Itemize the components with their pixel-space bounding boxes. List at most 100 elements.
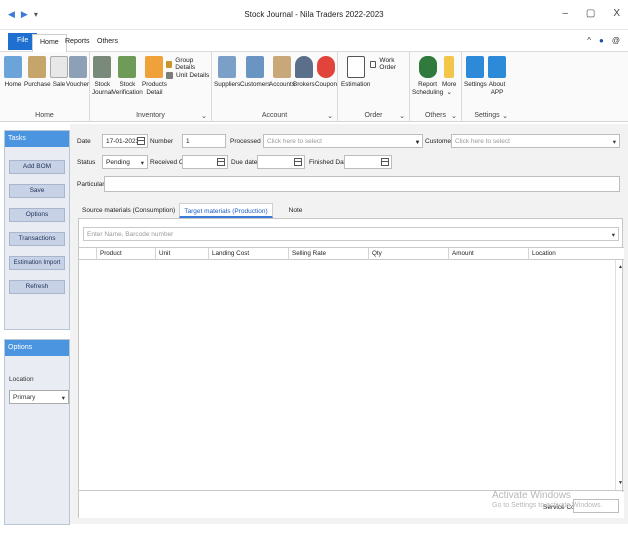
stock-journal-icon [93,56,112,78]
accounts-icon [272,56,291,78]
calendar-icon[interactable] [217,158,225,166]
grid-scrollbar[interactable]: ▲ ▼ [615,260,624,490]
ribbon-group-order-label: Order ⌄ [364,112,405,120]
tab-source-materials[interactable]: Source materials (Consumption) [78,203,179,218]
collapse-ribbon-icon[interactable]: ^ [587,36,591,45]
grid-header: Product Unit Landing Cost Selling Rate Q… [79,248,624,260]
report-scheduling-icon [418,56,437,78]
estimation-button[interactable]: Estimation [341,56,370,89]
tab-others[interactable]: Others [90,34,125,52]
others-expand-icon[interactable]: ⌄ [451,112,457,120]
save-button[interactable]: Save [9,184,65,198]
processed-by-select[interactable]: Click here to select ▾ [263,134,423,148]
scroll-up-icon[interactable]: ▲ [618,264,623,270]
tasks-panel: Tasks Add BOM Save Options Transactions … [4,130,70,330]
stock-verification-button[interactable]: Stock Verification [112,56,143,96]
location-label: Location [9,376,34,383]
stock-journal-button[interactable]: Stock Journal [92,56,113,96]
ribbon-group-others: Report Scheduling More ⌄ Others ⌄ [410,52,462,122]
home-button[interactable]: Home [4,56,22,89]
suppliers-button[interactable]: Suppliers [214,56,240,89]
column-header-amount[interactable]: Amount [448,248,528,260]
coupon-icon [317,56,336,78]
settings-expand-icon[interactable]: ⌄ [502,112,508,120]
ribbon-group-settings: Settings About APP Settings ⌄ [462,52,512,122]
more-icon [444,56,455,78]
tasks-panel-title: Tasks [5,131,69,147]
ribbon-group-settings-label: Settings ⌄ [474,112,508,120]
group-details-button[interactable]: Group Details [166,57,211,71]
customer-select[interactable]: Click here to select ▾ [451,134,620,148]
transactions-button[interactable]: Transactions [9,232,65,246]
purchase-button[interactable]: Purchase [24,56,51,89]
work-order-icon [370,60,377,68]
column-header-location[interactable]: Location [528,248,615,260]
chevron-down-icon: ▾ [611,232,615,239]
account-expand-icon[interactable]: ⌄ [327,112,333,120]
settings-button[interactable]: Settings [464,56,487,89]
add-bom-button[interactable]: Add BOM [9,160,65,174]
coupon-button[interactable]: Coupon [315,56,337,89]
products-detail-button[interactable]: Products Detail [142,56,167,96]
minimize-button[interactable]: – [562,8,568,19]
received-on-field[interactable] [182,155,228,169]
menu-bar: File Home Reports Others ^ ● @ [0,30,628,52]
group-details-icon [166,60,173,68]
tab-target-materials[interactable]: Target materials (Production) [179,203,273,218]
customer-dropdown-icon[interactable]: ▾ [416,138,419,146]
column-header-qty[interactable]: Qty [368,248,448,260]
unit-details-button[interactable]: Unit Details [166,72,209,79]
stock-journal-form: Date 17-01-2023 Number 1 Processed By Cl… [70,124,628,524]
column-header-selling-rate[interactable]: Selling Rate [288,248,368,260]
refresh-button[interactable]: Refresh [9,280,65,294]
location-select[interactable]: Primary ▾ [9,390,69,404]
help-icon[interactable]: ● [599,36,604,45]
title-bar: ◀ ▶ ▾ Stock Journal - Nila Traders 2022-… [0,0,628,30]
voucher-button[interactable]: Voucher [66,56,89,89]
stock-verification-icon [118,56,137,78]
estimation-import-button[interactable]: Estimation Import [9,256,65,270]
ribbon-group-order: Estimation Work Order Order ⌄ [338,52,410,122]
restore-button[interactable]: ▢ [586,8,595,19]
order-expand-icon[interactable]: ⌄ [399,112,405,120]
date-label: Date [77,138,91,145]
brokers-button[interactable]: Brokers [293,56,315,89]
more-button[interactable]: More ⌄ [442,56,456,96]
number-label: Number [150,138,174,145]
inventory-expand-icon[interactable]: ⌄ [201,112,207,120]
report-scheduling-button[interactable]: Report Scheduling [412,56,443,96]
accounts-button[interactable]: Accounts [269,56,295,89]
due-date-label: Due date [231,159,258,166]
status-select[interactable]: Pending ▾ [102,155,148,169]
column-header-landing-cost[interactable]: Landing Cost [208,248,288,260]
calendar-icon[interactable] [294,158,302,166]
at-icon[interactable]: @ [612,36,620,45]
ribbon: Home Purchase Sale Voucher Home Stock Jo… [0,52,628,122]
number-field[interactable]: 1 [182,134,226,148]
date-field[interactable]: 17-01-2023 [102,134,148,148]
customers-button[interactable]: Customers [240,56,270,89]
close-button[interactable]: X [613,8,620,19]
product-search-input[interactable]: Enter Name, Barcode number ▾ [83,227,619,241]
products-detail-icon [145,56,164,78]
options-button[interactable]: Options [9,208,65,222]
customer-label: Customer [425,138,454,145]
column-header-unit[interactable]: Unit [155,248,208,260]
home-icon [4,56,22,78]
finished-date-field[interactable] [344,155,392,169]
work-order-button[interactable]: Work Order [370,57,409,71]
particulars-field[interactable] [104,176,620,192]
tab-note[interactable]: Note [285,203,307,218]
purchase-icon [28,56,47,78]
service-cost-field[interactable] [573,499,619,513]
calendar-icon[interactable] [137,137,145,145]
options-panel-title: Options [5,340,69,356]
calendar-icon[interactable] [381,158,389,166]
scroll-down-icon[interactable]: ▼ [618,480,623,486]
about-app-button[interactable]: About APP [488,56,506,96]
brokers-icon [294,56,313,78]
status-label: Status [77,159,96,166]
column-header-product[interactable]: Product [96,248,155,260]
due-date-field[interactable] [257,155,305,169]
ribbon-group-home: Home Purchase Sale Voucher Home [0,52,90,122]
